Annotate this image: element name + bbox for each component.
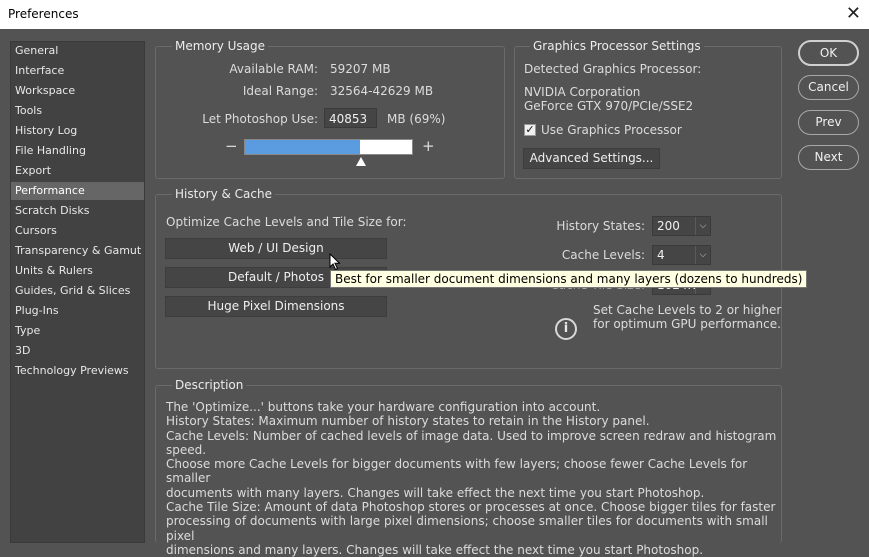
ideal-range-value: 32564-42629 MB (330, 84, 434, 98)
sidebar-item-export[interactable]: Export (11, 162, 144, 180)
sidebar-item-history-log[interactable]: History Log (11, 122, 144, 140)
advanced-settings-button[interactable]: Advanced Settings... (523, 148, 660, 169)
available-ram-label: Available RAM: (229, 62, 318, 76)
cancel-button[interactable]: Cancel (798, 75, 859, 100)
sidebar-item-general[interactable]: General (11, 42, 144, 60)
use-gpu-label: Use Graphics Processor (541, 123, 682, 137)
description-line: dimensions and many layers. Changes will… (166, 542, 704, 557)
sidebar-item-interface[interactable]: Interface (11, 62, 144, 80)
history-cache-title: History & Cache (172, 187, 275, 201)
ok-button[interactable]: OK (798, 40, 859, 66)
next-button[interactable]: Next (798, 145, 859, 170)
let-photoshop-use-label: Let Photoshop Use: (202, 112, 318, 126)
memory-usage-title: Memory Usage (172, 39, 269, 53)
cache-levels-select[interactable]: 4 ⌵ (652, 245, 711, 265)
history-states-value: 200 (657, 219, 680, 233)
close-icon[interactable]: ✕ (846, 3, 861, 24)
sidebar-item-cursors[interactable]: Cursors (11, 222, 144, 240)
use-gpu-checkbox[interactable]: ✓ (524, 124, 536, 136)
memory-slider[interactable] (244, 139, 413, 155)
gpu-settings-title: Graphics Processor Settings (530, 39, 704, 53)
sidebar-item-file-handling[interactable]: File Handling (11, 142, 144, 160)
huge-pixel-dimensions-button[interactable]: Huge Pixel Dimensions (165, 296, 387, 317)
description-line: History States: Maximum number of histor… (166, 414, 650, 429)
gpu-model: GeForce GTX 970/PCIe/SSE2 (524, 99, 694, 113)
prev-button[interactable]: Prev (798, 110, 859, 135)
sidebar-item-plug-ins[interactable]: Plug-Ins (11, 302, 144, 320)
sidebar-item-performance[interactable]: Performance (11, 182, 144, 200)
info-icon: i (555, 318, 577, 340)
sidebar-item-transparency-gamut[interactable]: Transparency & Gamut (11, 242, 144, 260)
description-text: The 'Optimize...' buttons take your hard… (166, 400, 778, 557)
sidebar-item-technology-previews[interactable]: Technology Previews (11, 362, 144, 380)
title-bar: Preferences ✕ (0, 0, 869, 29)
history-states-label: History States: (556, 219, 645, 233)
sidebar-item-type[interactable]: Type (11, 322, 144, 340)
ideal-range-label: Ideal Range: (242, 84, 318, 98)
description-line: documents with many layers. Changes will… (166, 485, 705, 500)
sidebar-item-units-rulers[interactable]: Units & Rulers (11, 262, 144, 280)
history-states-select[interactable]: 200 ⌵ (652, 216, 711, 236)
description-line: processing of documents with large pixel… (166, 514, 768, 543)
description-title: Description (172, 378, 247, 392)
gpu-note-line-1: Set Cache Levels to 2 or higher (593, 303, 782, 317)
sidebar-item-3d[interactable]: 3D (11, 342, 144, 360)
memory-increase-button[interactable]: + (422, 137, 435, 155)
gpu-note-line-2: for optimum GPU performance. (593, 317, 781, 331)
sidebar-item-scratch-disks[interactable]: Scratch Disks (11, 202, 144, 220)
cache-levels-label: Cache Levels: (561, 248, 645, 262)
description-line: Cache Levels: Number of cached levels of… (166, 428, 777, 457)
available-ram-value: 59207 MB (330, 62, 391, 76)
description-line: The 'Optimize...' buttons take your hard… (166, 400, 601, 414)
sidebar-item-workspace[interactable]: Workspace (11, 82, 144, 100)
optimize-label: Optimize Cache Levels and Tile Size for: (166, 215, 407, 229)
web-ui-design-button[interactable]: Web / UI Design (165, 238, 387, 259)
memory-slider-fill (245, 140, 361, 154)
window-title: Preferences (8, 7, 79, 21)
chevron-down-icon: ⌵ (695, 217, 710, 235)
sidebar-item-guides-grid-slices[interactable]: Guides, Grid & Slices (11, 282, 144, 300)
mouse-cursor-icon (329, 253, 341, 271)
optimize-tooltip: Best for smaller document dimensions and… (330, 270, 808, 288)
memory-decrease-button[interactable]: − (225, 137, 238, 155)
memory-percent-label: MB (69%) (387, 112, 446, 126)
sidebar: General Interface Workspace Tools Histor… (10, 41, 145, 543)
memory-slider-thumb[interactable] (355, 157, 366, 166)
description-line: Cache Tile Size: Amount of data Photosho… (166, 500, 776, 515)
memory-amount-field[interactable]: 40853 (324, 108, 377, 128)
chevron-down-icon: ⌵ (695, 246, 710, 264)
cache-levels-value: 4 (657, 248, 665, 262)
detected-gpu-label: Detected Graphics Processor: (524, 62, 702, 76)
gpu-vendor: NVIDIA Corporation (524, 85, 641, 99)
sidebar-item-tools[interactable]: Tools (11, 102, 144, 120)
description-line: Choose more Cache Levels for bigger docu… (166, 457, 748, 486)
